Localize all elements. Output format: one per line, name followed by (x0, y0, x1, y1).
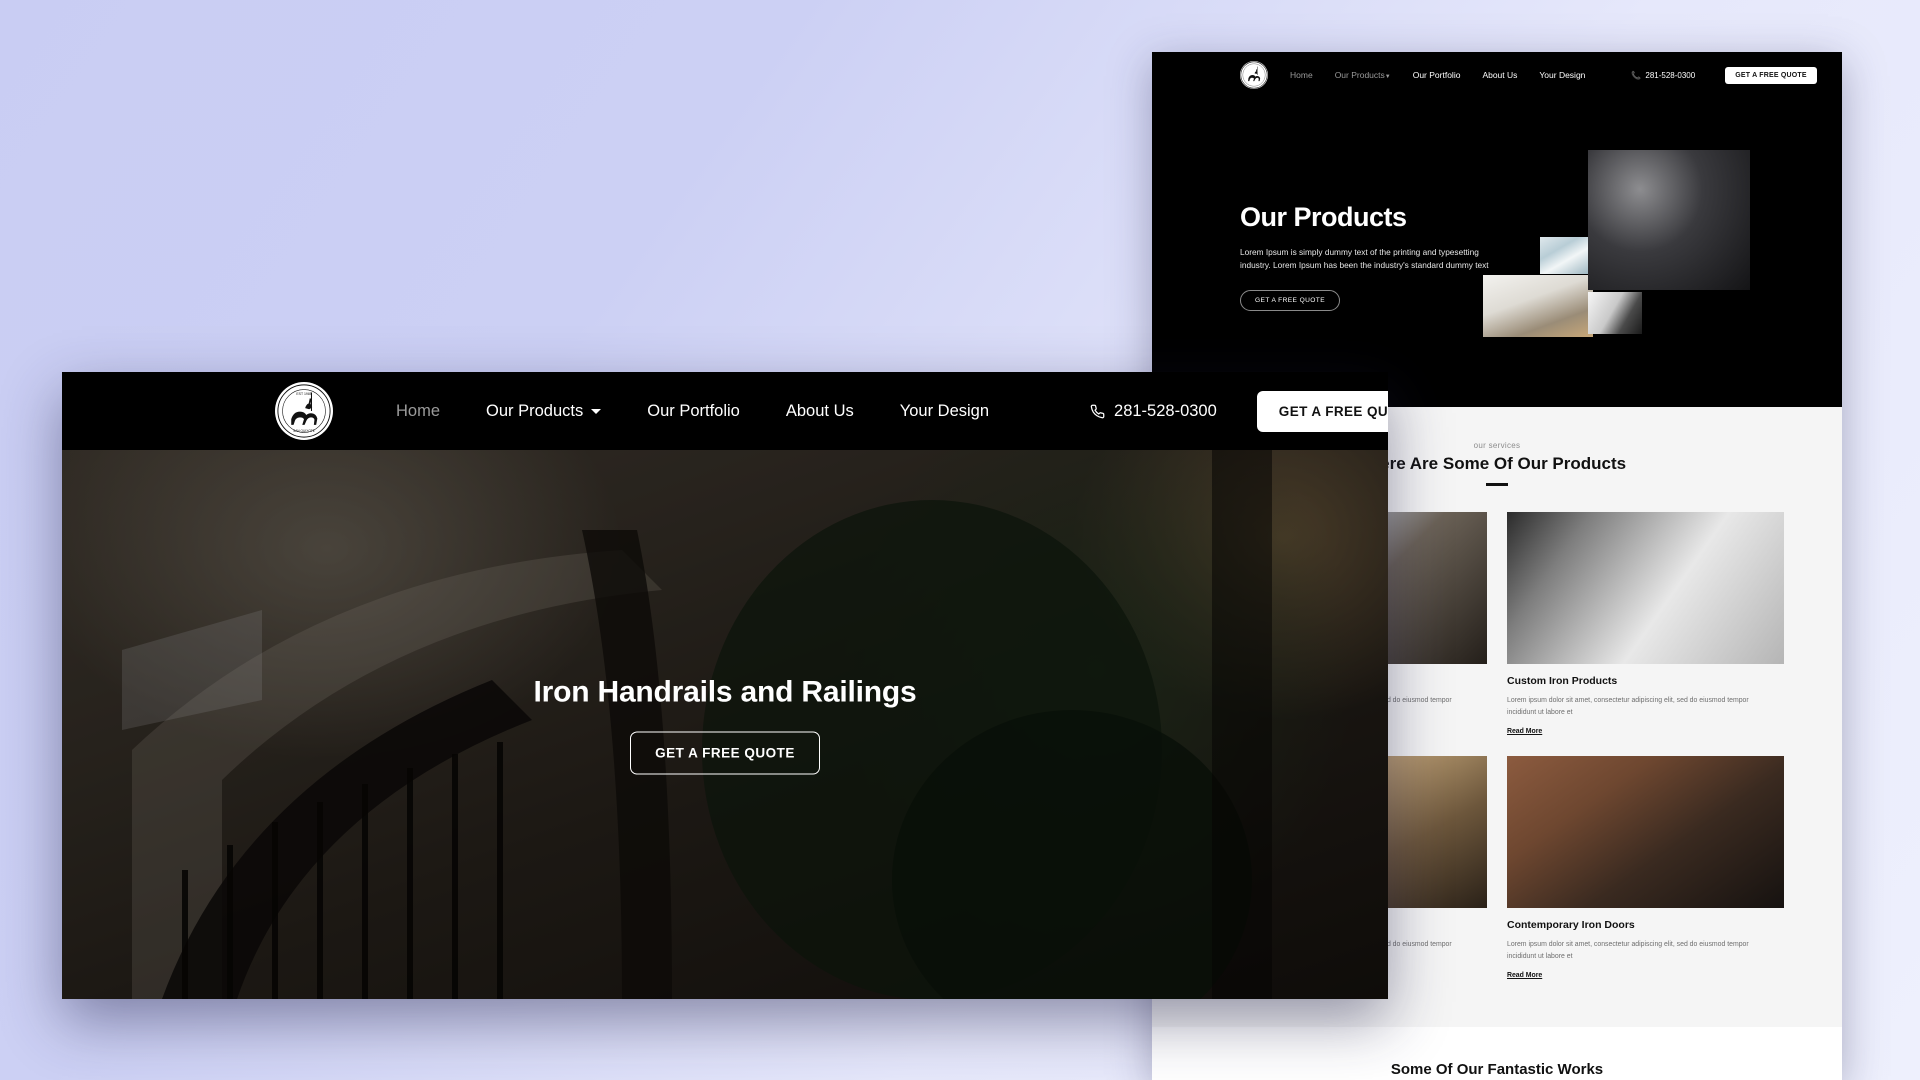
rear-works-title: Some Of Our Fantastic Works (1390, 1061, 1604, 1078)
rear-nav-item-your-design[interactable]: Your Design (1539, 70, 1585, 80)
rear-nav-item-our-portfolio[interactable]: Our Portfolio (1413, 70, 1461, 80)
rear-works-section: Some Of Our Fantastic Works (1152, 1027, 1842, 1080)
svg-text:SAN QUIXOTE: SAN QUIXOTE (293, 429, 315, 433)
rear-nav-item-about-us[interactable]: About Us (1482, 70, 1517, 80)
rear-hero-quote-button[interactable]: GET A FREE QUOTE (1240, 289, 1341, 311)
metal-pipes-photo (1540, 237, 1588, 274)
product-card-read-more-link[interactable]: Read More (1507, 728, 1542, 735)
hero-get-a-free-quote-button[interactable]: GET A FREE QUOTE (630, 731, 820, 774)
nav-item-our-portfolio[interactable]: Our Portfolio (624, 402, 763, 421)
main-nav-links: Home Our Products Our Portfolio About Us… (373, 402, 1012, 421)
brand-logo[interactable] (1240, 61, 1268, 89)
nav-item-about-us[interactable]: About Us (763, 402, 877, 421)
chevron-down-icon (591, 408, 602, 414)
nav-item-our-products-label: Our Products (486, 401, 584, 420)
rear-phone-link[interactable]: 📞 281-528-0300 (1631, 71, 1695, 80)
nav-item-home[interactable]: Home (373, 402, 463, 421)
rear-get-a-free-quote-button[interactable]: GET A FREE QUOTE (1725, 66, 1817, 84)
rear-hero-image-collage (1482, 142, 1772, 362)
rear-phone-number: 281-528-0300 (1645, 70, 1696, 80)
nav-item-your-design[interactable]: Your Design (877, 402, 1012, 421)
hero-content: Iron Handrails and Railings GET A FREE Q… (62, 675, 1388, 774)
nav-item-our-products[interactable]: Our Products (463, 402, 624, 421)
phone-icon (1090, 404, 1105, 418)
rear-navbar: Home Our Products▼ Our Portfolio About U… (1152, 52, 1842, 98)
product-card-read-more-link[interactable]: Read More (1507, 972, 1542, 979)
rear-nav-links: Home Our Products▼ Our Portfolio About U… (1290, 70, 1585, 80)
hero-section: Iron Handrails and Railings GET A FREE Q… (62, 450, 1388, 999)
phone-link[interactable]: 281-528-0300 (1090, 402, 1217, 421)
don-quixote-horse-rider-logo-icon: EST 1985 SAN QUIXOTE (276, 383, 332, 439)
modern-interior-railing-photo (1483, 275, 1593, 337)
svg-text:EST 1985: EST 1985 (296, 392, 311, 396)
main-navbar: EST 1985 SAN QUIXOTE Home Our Products O… (62, 372, 1388, 450)
rear-nav-item-our-products[interactable]: Our Products▼ (1335, 70, 1391, 80)
foreground-browser-window[interactable]: EST 1985 SAN QUIXOTE Home Our Products O… (62, 372, 1388, 999)
don-quixote-horse-rider-logo-icon (1240, 61, 1268, 89)
black-white-staircase-photo (1588, 292, 1642, 334)
product-card-body: Lorem ipsum dolor sit amet, consectetur … (1507, 940, 1749, 960)
rear-hero-section: Home Our Products▼ Our Portfolio About U… (1152, 52, 1842, 407)
iron-handrail-closeup-photo (1588, 150, 1750, 290)
ornamental-iron-balcony-photo (1507, 755, 1784, 908)
phone-number: 281-528-0300 (1114, 401, 1217, 420)
product-card-title: Contemporary Iron Doors (1507, 918, 1635, 931)
chevron-down-icon: ▼ (1384, 74, 1391, 80)
get-a-free-quote-button[interactable]: GET A FREE QUOTE (1256, 390, 1388, 432)
brand-logo[interactable]: EST 1985 SAN QUIXOTE (275, 382, 333, 440)
hero-title: Iron Handrails and Railings (533, 675, 917, 708)
product-card-title: Custom Iron Products (1507, 674, 1618, 687)
product-card[interactable]: Custom Iron Products Lorem ipsum dolor s… (1507, 511, 1784, 738)
phone-icon: 📞 (1631, 70, 1642, 80)
rear-hero-paragraph: Lorem Ipsum is simply dummy text of the … (1240, 247, 1489, 270)
rear-nav-item-our-products-label: Our Products (1334, 70, 1385, 80)
product-card-body: Lorem ipsum dolor sit amet, consectetur … (1507, 696, 1749, 716)
product-card[interactable]: Contemporary Iron Doors Lorem ipsum dolo… (1507, 755, 1784, 982)
rear-nav-item-home[interactable]: Home (1290, 70, 1313, 80)
black-white-stairs-railing-photo (1507, 511, 1784, 664)
